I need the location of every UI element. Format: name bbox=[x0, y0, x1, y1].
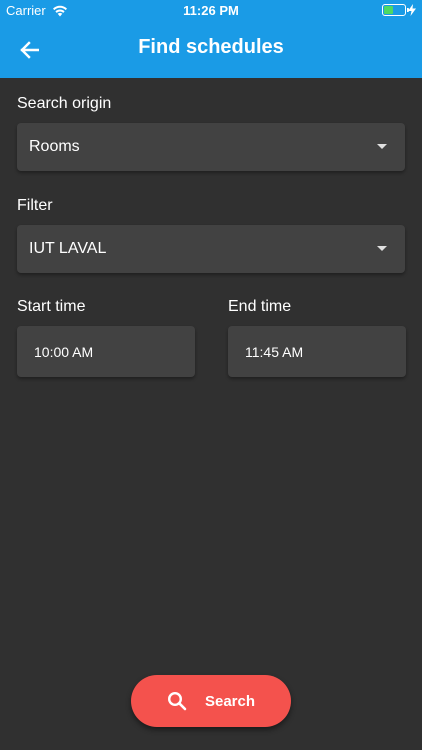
start-time-label: Start time bbox=[17, 298, 86, 315]
search-icon bbox=[167, 691, 187, 711]
search-origin-dropdown[interactable]: Rooms bbox=[17, 123, 405, 171]
battery-icon bbox=[382, 4, 409, 16]
status-bar: Carrier 11:26 PM bbox=[0, 0, 422, 22]
start-time-value: 10:00 AM bbox=[34, 343, 94, 360]
battery-group bbox=[382, 4, 416, 16]
app-bar: Find schedules bbox=[0, 22, 422, 78]
filter-label: Filter bbox=[17, 197, 53, 214]
search-button[interactable]: Search bbox=[131, 675, 291, 727]
page-title: Find schedules bbox=[138, 36, 284, 58]
start-time-field[interactable]: 10:00 AM bbox=[17, 326, 195, 377]
top-bar: Carrier 11:26 PM Find schedules bbox=[0, 0, 422, 78]
end-time-label: End time bbox=[228, 298, 292, 315]
filter-value: IUT LAVAL bbox=[29, 240, 107, 257]
status-time: 11:26 PM bbox=[183, 3, 239, 18]
app-screen: Carrier 11:26 PM Find schedules Search o… bbox=[0, 0, 422, 750]
filter-dropdown[interactable]: IUT LAVAL bbox=[17, 225, 405, 273]
search-origin-value: Rooms bbox=[29, 138, 80, 155]
charging-bolt-icon bbox=[408, 4, 416, 16]
dropdown-caret-icon bbox=[377, 246, 387, 251]
search-button-label: Search bbox=[204, 692, 256, 710]
end-time-field[interactable]: 11:45 AM bbox=[228, 326, 406, 377]
dropdown-caret-icon bbox=[377, 144, 387, 149]
search-origin-label: Search origin bbox=[17, 95, 112, 112]
end-time-value: 11:45 AM bbox=[245, 343, 304, 360]
